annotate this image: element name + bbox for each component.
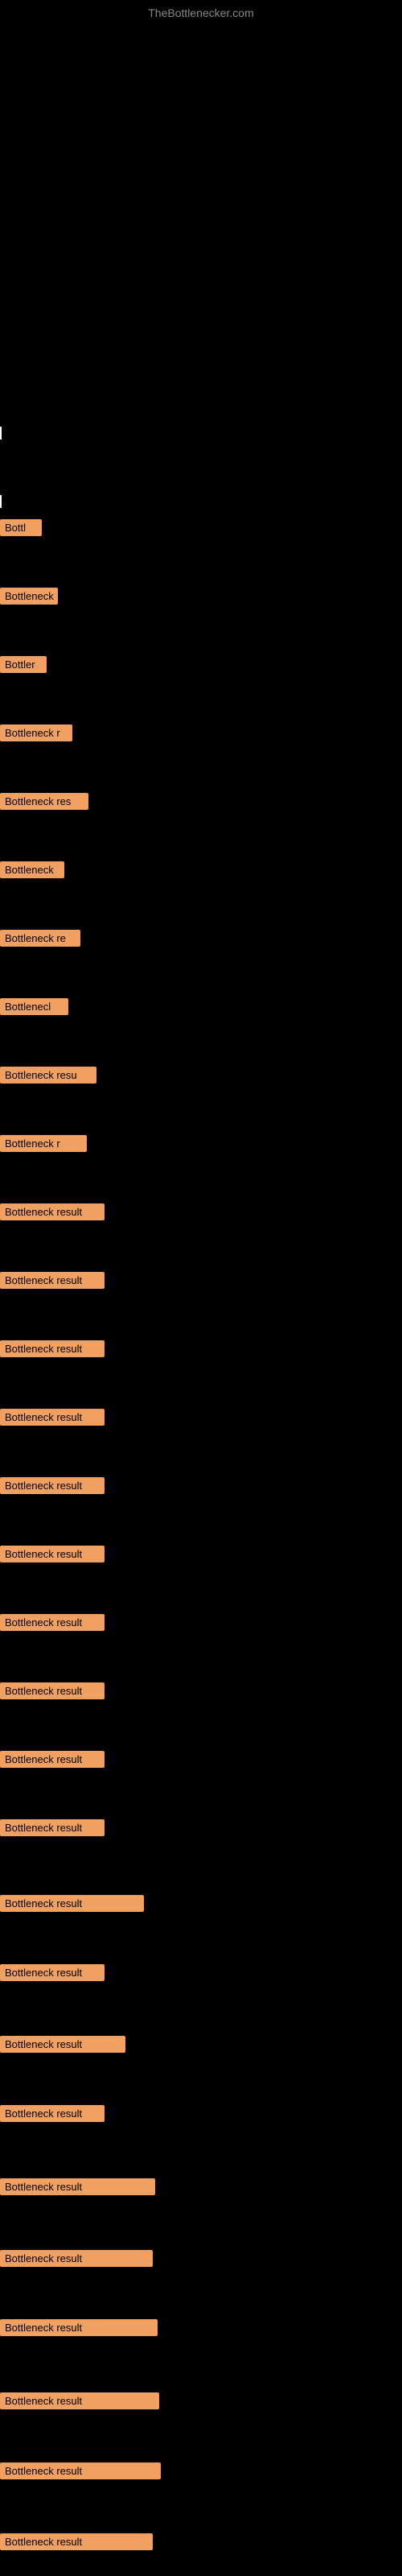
bottleneck-result-item[interactable]: Bottleneck res <box>0 793 88 810</box>
bottleneck-result-item[interactable]: Bottleneck result <box>0 1895 144 1912</box>
bottleneck-result-item[interactable]: Bottleneck result <box>0 1751 105 1768</box>
bottleneck-result-item[interactable]: Bottleneck result <box>0 2319 158 2336</box>
bottleneck-result-item[interactable]: Bottleneck re <box>0 930 80 947</box>
bottleneck-result-item[interactable]: Bottleneck result <box>0 2533 153 2550</box>
bottleneck-result-item[interactable]: Bottler <box>0 656 47 673</box>
bottleneck-result-item[interactable]: Bottleneck <box>0 588 58 605</box>
bottleneck-result-item[interactable]: Bottleneck resu <box>0 1067 96 1084</box>
bottleneck-result-item[interactable]: Bottleneck result <box>0 1340 105 1357</box>
bottleneck-result-item[interactable]: Bottleneck result <box>0 1409 105 1426</box>
bottleneck-result-item[interactable]: Bottleneck result <box>0 1964 105 1981</box>
bottleneck-result-item[interactable]: Bottleneck result <box>0 2105 105 2122</box>
bottleneck-result-item[interactable]: Bottleneck r <box>0 724 72 741</box>
bottleneck-result-item[interactable]: Bottleneck <box>0 861 64 878</box>
cursor-line <box>0 495 2 508</box>
site-title: TheBottlenecker.com <box>148 6 254 19</box>
bottleneck-result-item[interactable]: Bottlenecl <box>0 998 68 1015</box>
bottleneck-result-item[interactable]: Bottleneck result <box>0 1682 105 1699</box>
bottleneck-result-item[interactable]: Bottleneck result <box>0 2178 155 2195</box>
bottleneck-result-item[interactable]: Bottleneck result <box>0 2462 161 2479</box>
bottleneck-result-item[interactable]: Bottl <box>0 519 42 536</box>
bottleneck-result-item[interactable]: Bottleneck result <box>0 1203 105 1220</box>
bottleneck-result-item[interactable]: Bottleneck result <box>0 2036 125 2053</box>
bottleneck-result-item[interactable]: Bottleneck result <box>0 2250 153 2267</box>
bottleneck-result-item[interactable]: Bottleneck result <box>0 1272 105 1289</box>
bottleneck-result-item[interactable]: Bottleneck result <box>0 2392 159 2409</box>
cursor-line <box>0 427 2 440</box>
bottleneck-result-item[interactable]: Bottleneck result <box>0 1477 105 1494</box>
bottleneck-result-item[interactable]: Bottleneck result <box>0 1819 105 1836</box>
bottleneck-result-item[interactable]: Bottleneck result <box>0 1614 105 1631</box>
bottleneck-result-item[interactable]: Bottleneck result <box>0 1546 105 1563</box>
bottleneck-result-item[interactable]: Bottleneck r <box>0 1135 87 1152</box>
